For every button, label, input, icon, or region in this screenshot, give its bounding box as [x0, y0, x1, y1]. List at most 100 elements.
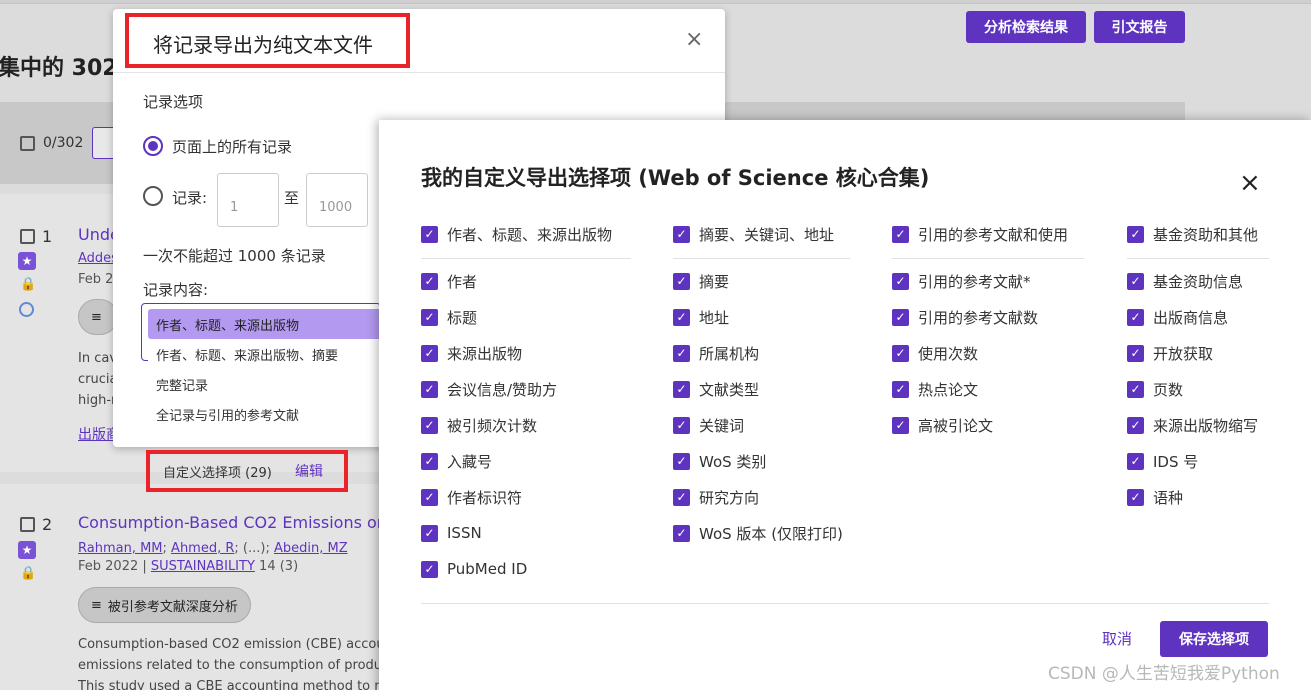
- checkbox-checked-icon[interactable]: ✓: [892, 272, 909, 290]
- export-option[interactable]: ✓ WoS 类别: [673, 449, 766, 473]
- export-option[interactable]: ✓ 文献类型: [673, 377, 759, 401]
- export-option[interactable]: ✓ 热点论文: [892, 377, 978, 401]
- record-2-select[interactable]: 2: [20, 515, 52, 534]
- record-2-checkbox[interactable]: [20, 517, 35, 532]
- range-to-input[interactable]: 1000: [306, 173, 368, 227]
- checkbox-checked-icon[interactable]: ✓: [673, 272, 690, 290]
- export-option[interactable]: ✓ 地址: [673, 305, 729, 329]
- checkbox-checked-icon[interactable]: ✓: [421, 272, 438, 290]
- export-option[interactable]: ✓ 引用的参考文献*: [892, 269, 1031, 293]
- export-option[interactable]: ✓ 基金资助信息: [1127, 269, 1243, 293]
- export-option[interactable]: ✓ 标题: [421, 305, 477, 329]
- checkbox-checked-icon[interactable]: ✓: [673, 452, 690, 470]
- export-option[interactable]: ✓ 会议信息/赞助方: [421, 377, 557, 401]
- checkbox-checked-icon[interactable]: ✓: [1127, 308, 1144, 326]
- column-1-header[interactable]: ✓ 作者、标题、来源出版物: [421, 222, 612, 246]
- checkbox-checked-icon[interactable]: ✓: [673, 524, 690, 542]
- option-label: 页数: [1153, 380, 1184, 399]
- checkbox-checked-icon[interactable]: ✓: [892, 416, 909, 434]
- export-option[interactable]: ✓ 页数: [1127, 377, 1183, 401]
- checkbox-checked-icon[interactable]: ✓: [892, 225, 909, 243]
- export-option[interactable]: ✓ 研究方向: [673, 485, 759, 509]
- range-from-input[interactable]: 1: [217, 173, 279, 227]
- export-option[interactable]: ✓ 来源出版物: [421, 341, 522, 365]
- checkbox-checked-icon[interactable]: ✓: [421, 416, 438, 434]
- checkbox-checked-icon[interactable]: ✓: [1127, 380, 1144, 398]
- close-icon[interactable]: ×: [685, 29, 703, 51]
- export-option[interactable]: ✓ 作者标识符: [421, 485, 522, 509]
- record-2-title[interactable]: Consumption-Based CO2 Emissions or: [78, 513, 383, 532]
- export-option[interactable]: ✓ 来源出版物缩写: [1127, 413, 1258, 437]
- checkbox-checked-icon[interactable]: ✓: [1127, 416, 1144, 434]
- checkbox-checked-icon[interactable]: ✓: [673, 344, 690, 362]
- export-option[interactable]: ✓ 作者: [421, 269, 477, 293]
- checkbox-checked-icon[interactable]: ✓: [421, 344, 438, 362]
- option-label: 摘要、关键词、地址: [699, 225, 835, 244]
- export-option[interactable]: ✓ PubMed ID: [421, 557, 527, 581]
- checkbox-checked-icon[interactable]: ✓: [673, 488, 690, 506]
- column-3-header[interactable]: ✓ 引用的参考文献和使用: [892, 222, 1068, 246]
- checkbox-checked-icon[interactable]: ✓: [421, 488, 438, 506]
- checkbox-checked-icon[interactable]: ✓: [421, 380, 438, 398]
- checkbox-checked-icon[interactable]: ✓: [673, 225, 690, 243]
- select-all[interactable]: 0/302: [20, 135, 83, 151]
- column-4-header[interactable]: ✓ 基金资助和其他: [1127, 222, 1258, 246]
- close-icon[interactable]: ×: [1239, 170, 1261, 196]
- checkbox-checked-icon[interactable]: ✓: [892, 308, 909, 326]
- option-label: 关键词: [699, 416, 745, 435]
- dropdown-option[interactable]: 完整记录: [148, 369, 388, 399]
- checkbox-checked-icon[interactable]: ✓: [673, 416, 690, 434]
- export-option[interactable]: ✓ ISSN: [421, 521, 482, 545]
- checkbox-checked-icon[interactable]: ✓: [1127, 488, 1144, 506]
- export-option[interactable]: ✓ 被引频次计数: [421, 413, 537, 437]
- cited-reference-analysis-button[interactable]: ≡ 被引参考文献深度分析: [78, 587, 251, 623]
- export-option[interactable]: ✓ 语种: [1127, 485, 1183, 509]
- export-option[interactable]: ✓ IDS 号: [1127, 449, 1198, 473]
- record-2-authors: Rahman, MM; Ahmed, R; (...); Abedin, MZ: [78, 541, 348, 556]
- journal-link[interactable]: SUSTAINABILITY: [151, 559, 255, 574]
- cancel-button[interactable]: 取消: [1102, 628, 1132, 649]
- record-1-select[interactable]: 1: [20, 227, 52, 246]
- checkbox-checked-icon[interactable]: ✓: [421, 308, 438, 326]
- checkbox-checked-icon[interactable]: ✓: [1127, 452, 1144, 470]
- checkbox-checked-icon[interactable]: ✓: [1127, 225, 1144, 243]
- record-1-checkbox[interactable]: [20, 229, 35, 244]
- export-option[interactable]: ✓ 所属机构: [673, 341, 759, 365]
- citation-report-button[interactable]: 引文报告: [1094, 11, 1185, 43]
- author-link[interactable]: Addes: [78, 251, 118, 266]
- checkbox-checked-icon[interactable]: ✓: [421, 452, 438, 470]
- export-option[interactable]: ✓ 出版商信息: [1127, 305, 1228, 329]
- record-1-analysis-button[interactable]: ≡: [78, 299, 118, 335]
- author-link[interactable]: Rahman, MM: [78, 541, 163, 556]
- dropdown-option[interactable]: 作者、标题、来源出版物、摘要: [148, 339, 388, 369]
- checkbox-checked-icon[interactable]: ✓: [421, 560, 438, 578]
- checkbox-checked-icon[interactable]: ✓: [421, 524, 438, 542]
- checkbox-checked-icon[interactable]: ✓: [1127, 272, 1144, 290]
- dropdown-option[interactable]: 全记录与引用的参考文献: [148, 399, 388, 429]
- export-option[interactable]: ✓ 使用次数: [892, 341, 978, 365]
- add-to-list-button[interactable]: [92, 127, 114, 159]
- select-all-checkbox[interactable]: [20, 135, 35, 151]
- all-records-radio[interactable]: [143, 136, 163, 156]
- option-label: 热点论文: [918, 380, 979, 399]
- checkbox-checked-icon[interactable]: ✓: [673, 380, 690, 398]
- export-option[interactable]: ✓ 引用的参考文献数: [892, 305, 1038, 329]
- checkbox-checked-icon[interactable]: ✓: [673, 308, 690, 326]
- save-selection-button[interactable]: 保存选择项: [1160, 621, 1268, 657]
- export-option[interactable]: ✓ 开放获取: [1127, 341, 1213, 365]
- author-link[interactable]: Ahmed, R: [171, 541, 234, 556]
- range-records-radio[interactable]: [143, 186, 163, 206]
- export-option[interactable]: ✓ 关键词: [673, 413, 744, 437]
- checkbox-checked-icon[interactable]: ✓: [1127, 344, 1144, 362]
- column-2-header[interactable]: ✓ 摘要、关键词、地址: [673, 222, 834, 246]
- checkbox-checked-icon[interactable]: ✓: [421, 225, 438, 243]
- checkbox-checked-icon[interactable]: ✓: [892, 380, 909, 398]
- checkbox-checked-icon[interactable]: ✓: [892, 344, 909, 362]
- export-option[interactable]: ✓ 入藏号: [421, 449, 492, 473]
- export-option[interactable]: ✓ WoS 版本 (仅限打印): [673, 521, 843, 545]
- export-option[interactable]: ✓ 高被引论文: [892, 413, 993, 437]
- dropdown-option[interactable]: 作者、标题、来源出版物: [148, 309, 388, 339]
- analyze-results-button[interactable]: 分析检索结果: [966, 11, 1086, 43]
- author-link[interactable]: Abedin, MZ: [274, 541, 348, 556]
- export-option[interactable]: ✓ 摘要: [673, 269, 729, 293]
